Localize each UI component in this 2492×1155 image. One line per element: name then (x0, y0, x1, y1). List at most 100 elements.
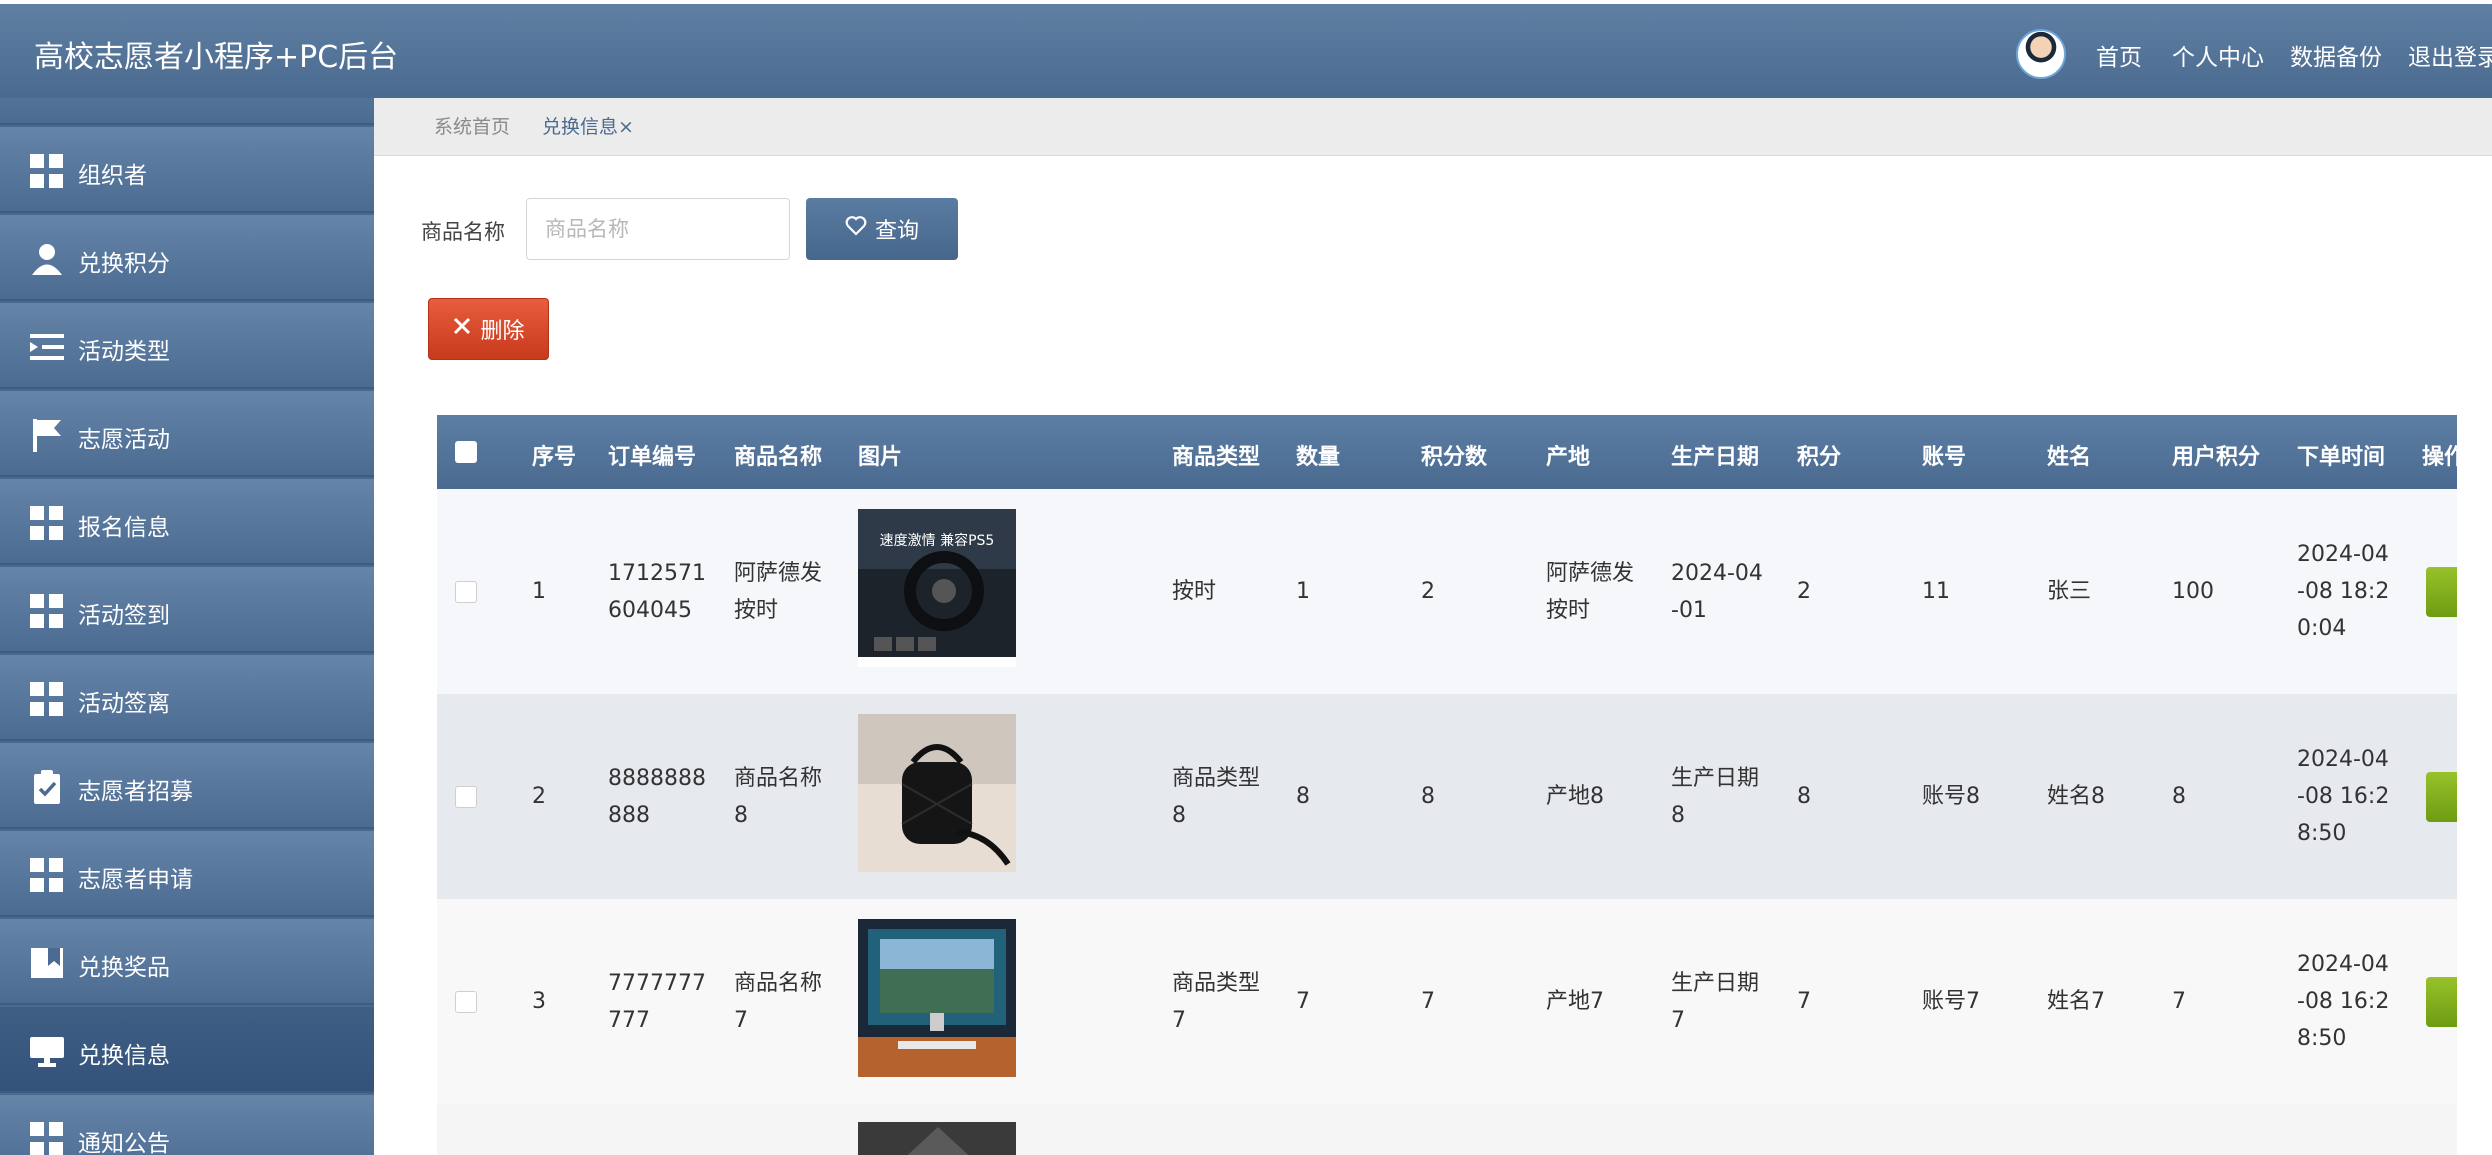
col-actions: 操作 (2422, 445, 2457, 470)
cell-user-points: 7 (2172, 989, 2186, 1014)
cell-name: 商品名称 7 (734, 971, 823, 1033)
cell-type: 按时 (1172, 579, 1217, 604)
tab-exchange-info[interactable]: 兑换信息× (542, 112, 634, 139)
sidebar-item-user[interactable]: 用户 (0, 98, 374, 125)
cell-user-points: 8 (2172, 784, 2186, 809)
col-prod-date: 生产日期 (1671, 445, 1760, 470)
cell-user-name: 张三 (2047, 579, 2092, 604)
bookmark-icon (30, 946, 64, 980)
col-points: 积分 (1797, 445, 1842, 470)
delete-button[interactable]: 删除 (428, 298, 549, 360)
row-action-button[interactable] (2426, 772, 2457, 822)
cell-name: 商品名称 8 (734, 766, 823, 828)
cell-origin: 阿萨德发 按时 (1546, 561, 1635, 623)
backpack-image (858, 714, 1016, 872)
table-row (437, 1104, 2457, 1155)
cell-origin: 产地7 (1546, 989, 1604, 1014)
cell-type: 商品类型 8 (1172, 766, 1261, 828)
row-action-button[interactable] (2426, 977, 2457, 1027)
nav-home-link[interactable]: 首页 (2096, 38, 2142, 72)
cell-order-time: 2024-04 -08 18:2 0:04 (2297, 542, 2390, 641)
col-order-time: 下单时间 (2297, 445, 2386, 470)
cell-index: 3 (532, 989, 546, 1014)
row-checkbox[interactable] (455, 991, 477, 1013)
monitor-icon (30, 1034, 64, 1068)
row-checkbox[interactable] (455, 581, 477, 603)
col-image: 图片 (858, 445, 903, 470)
tab-bar: 系统首页 兑换信息× (374, 98, 2492, 156)
query-button-label: 查询 (874, 219, 919, 244)
cell-prod-date: 生产日期 7 (1671, 971, 1760, 1033)
app-title: 高校志愿者小程序+PC后台 (34, 40, 399, 75)
cell-account: 11 (1922, 579, 1950, 604)
racing-wheel-image: 速度激情 兼容PS5 (858, 509, 1016, 667)
row-checkbox[interactable] (455, 786, 477, 808)
avatar[interactable] (2016, 29, 2066, 79)
cell-index: 1 (532, 579, 546, 604)
table-header: 序号 订单编号 商品名称 图片 商品类型 数量 积分数 产地 生产日期 积分 账… (437, 415, 2457, 489)
sidebar-item-organizer[interactable]: 组织者 (0, 127, 374, 213)
tab-home[interactable]: 系统首页 (434, 112, 510, 139)
cell-order-time: 2024-04 -08 16:2 8:50 (2297, 952, 2390, 1051)
list-indent-icon (30, 330, 64, 364)
col-account: 账号 (1922, 445, 1967, 470)
cell-qty: 7 (1296, 989, 1310, 1014)
col-index: 序号 (532, 445, 577, 470)
sidebar-item-label: 通知公告 (78, 1131, 170, 1155)
sidebar-item-activity-type[interactable]: 活动类型 (0, 303, 374, 389)
col-qty: 数量 (1296, 445, 1341, 470)
sidebar-item-label: 志愿者招募 (78, 779, 193, 805)
cell-points-count: 8 (1421, 784, 1435, 809)
sidebar-item-checkout[interactable]: 活动签离 (0, 655, 374, 741)
grid-icon (30, 1122, 64, 1155)
monitor-desk-image (858, 919, 1016, 1077)
row-action-button[interactable] (2426, 567, 2457, 617)
sidebar-item-label: 兑换积分 (78, 251, 170, 277)
table-row: 2 8888888 888 商品名称 8 商品类型 8 8 8 产地8 生产日期 8 8 (437, 694, 2457, 899)
sidebar-item-notice[interactable]: 通知公告 (0, 1095, 374, 1155)
col-user-points: 用户积分 (2172, 445, 2261, 470)
sidebar-item-exchange-points[interactable]: 兑换积分 (0, 215, 374, 301)
grid-icon (30, 682, 64, 716)
flag-icon (30, 418, 64, 452)
cell-user-points: 100 (2172, 579, 2214, 604)
person-icon (30, 242, 64, 276)
table-row: 3 7777777 777 商品名称 7 商品类型 7 7 7 产地7 生产日期 7 (437, 899, 2457, 1104)
cell-points-count: 2 (1421, 579, 1435, 604)
sidebar-item-exchange-info[interactable]: 兑换信息 (0, 1007, 374, 1093)
cell-user-name: 姓名8 (2047, 784, 2105, 809)
sidebar-item-prizes[interactable]: 兑换奖品 (0, 919, 374, 1005)
cell-qty: 1 (1296, 579, 1310, 604)
col-name: 商品名称 (734, 445, 823, 470)
cell-account: 账号8 (1922, 784, 1980, 809)
cell-index: 2 (532, 784, 546, 809)
search-input[interactable] (526, 198, 790, 260)
sidebar-item-label: 活动类型 (78, 339, 170, 365)
grid-icon (30, 506, 64, 540)
nav-backup-link[interactable]: 数据备份 (2290, 38, 2382, 72)
cell-prod-date: 2024-04 -01 (1671, 561, 1763, 623)
heart-icon (845, 216, 867, 242)
nav-profile-link[interactable]: 个人中心 (2172, 38, 2264, 72)
cell-origin: 产地8 (1546, 784, 1604, 809)
query-button[interactable]: 查询 (806, 198, 958, 260)
sidebar: 用户 组织者 兑换积分 活动类型 志愿活动 报名信息 活动签到 活动签离 (0, 98, 374, 1155)
sidebar-item-recruitment[interactable]: 志愿者招募 (0, 743, 374, 829)
top-header: 高校志愿者小程序+PC后台 首页 个人中心 数据备份 退出登录 (0, 4, 2492, 98)
sidebar-item-label: 活动签到 (78, 603, 170, 629)
cell-user-name: 姓名7 (2047, 989, 2105, 1014)
grid-icon (30, 154, 64, 188)
table-row: 1 1712571 604045 阿萨德发 按时 速度激情 兼容PS5 按时 1 2 (437, 489, 2457, 694)
col-points-count: 积分数 (1421, 445, 1488, 470)
sidebar-item-application[interactable]: 志愿者申请 (0, 831, 374, 917)
col-order-no: 订单编号 (608, 445, 697, 470)
nav-logout-link[interactable]: 退出登录 (2408, 38, 2492, 72)
select-all-checkbox[interactable] (455, 441, 477, 463)
grid-icon (30, 858, 64, 892)
sidebar-item-label: 活动签离 (78, 691, 170, 717)
sidebar-item-label: 兑换奖品 (78, 955, 170, 981)
sidebar-item-registration[interactable]: 报名信息 (0, 479, 374, 565)
user-x-icon (30, 98, 64, 100)
sidebar-item-volunteer-activity[interactable]: 志愿活动 (0, 391, 374, 477)
sidebar-item-checkin[interactable]: 活动签到 (0, 567, 374, 653)
